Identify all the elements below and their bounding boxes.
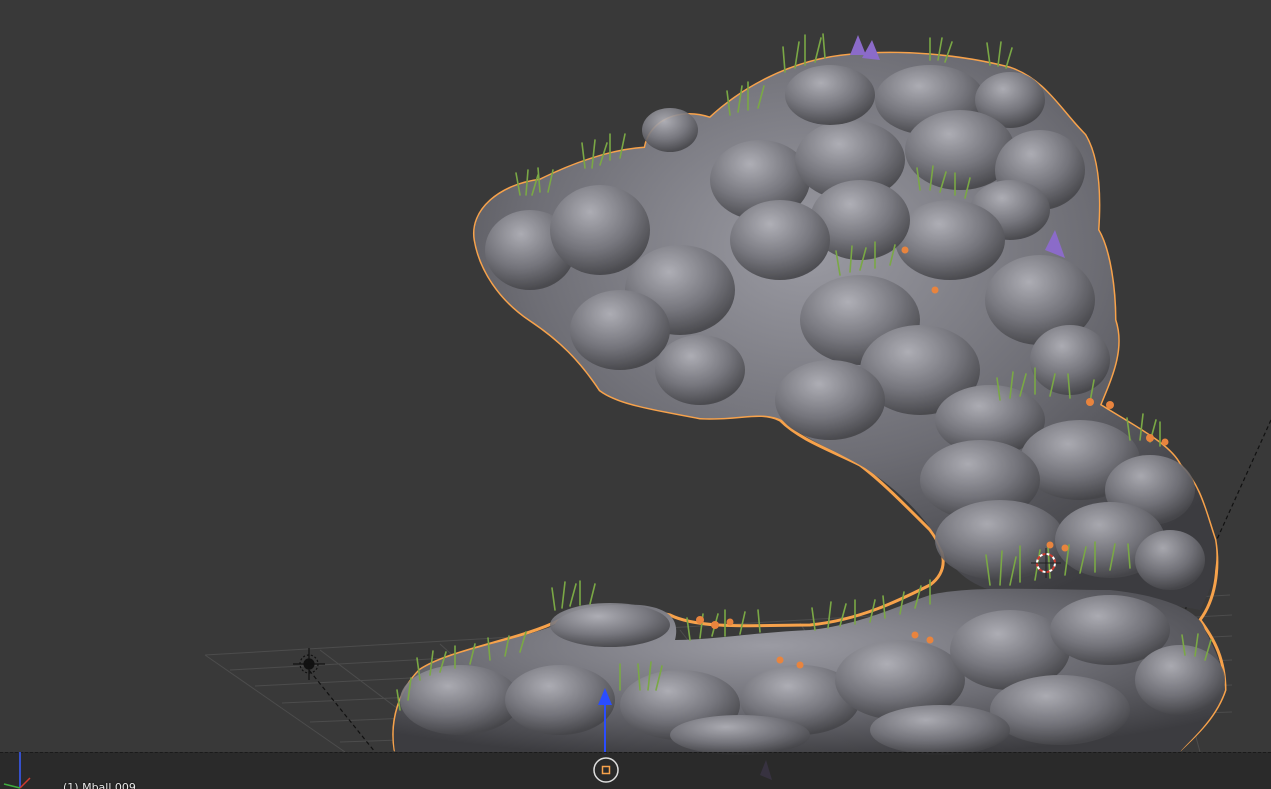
3d-viewport[interactable]: (1) Mball.009 (0, 0, 1271, 789)
rock-mesh-lower[interactable] (393, 588, 1225, 755)
camera-frustum-line (304, 664, 376, 753)
rock-mesh-upper[interactable] (474, 53, 1217, 610)
viewport-scene[interactable] (0, 0, 1271, 789)
object-origin-icon[interactable] (591, 756, 621, 786)
viewport-footer (0, 752, 1271, 789)
lamp-icon[interactable] (293, 648, 325, 680)
active-object-label: (1) Mball.009 (63, 781, 136, 789)
view-axes-icon (3, 752, 31, 789)
